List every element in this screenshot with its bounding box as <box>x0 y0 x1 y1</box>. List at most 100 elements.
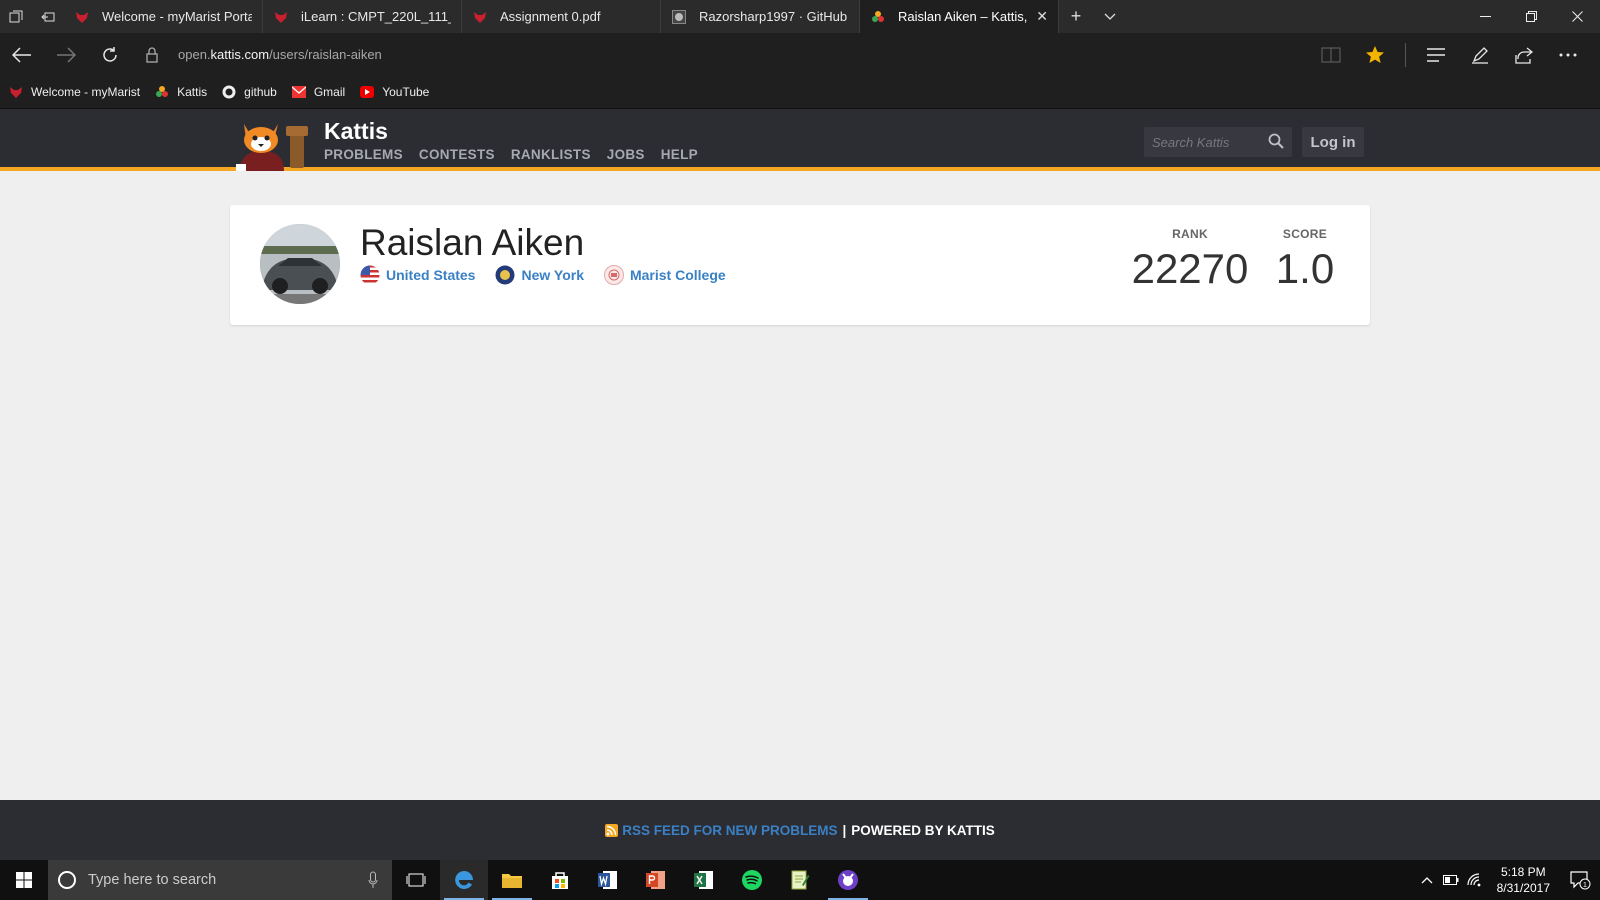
forward-arrow-icon[interactable] <box>44 33 88 76</box>
microphone-icon[interactable] <box>368 871 378 893</box>
github-icon <box>221 84 237 100</box>
new-york-seal-icon <box>495 265 515 285</box>
file-explorer-icon[interactable] <box>488 860 536 900</box>
more-options-icon[interactable] <box>1546 33 1590 76</box>
country-link[interactable]: United States <box>360 265 475 285</box>
profile-card: Raislan Aiken United States New York Mar… <box>230 205 1370 325</box>
rank-stat: RANK 22270 <box>1130 227 1250 293</box>
windows-taskbar: Type here to search 5:18 PM 8/31/2017 1 <box>0 860 1600 900</box>
minimize-icon[interactable] <box>1462 0 1508 33</box>
score-label: SCORE <box>1282 227 1328 241</box>
score-stat: SCORE 1.0 <box>1270 227 1340 293</box>
reading-view-icon[interactable] <box>1309 33 1353 76</box>
us-flag-icon <box>360 265 380 285</box>
browser-tab[interactable]: Assignment 0.pdf <box>462 0 661 33</box>
menu-ranklists[interactable]: RANKLISTS <box>511 147 591 162</box>
notification-count: 1 <box>1583 882 1587 889</box>
favorite-label: github <box>244 85 277 99</box>
favorite-star-icon[interactable] <box>1353 33 1397 76</box>
region-label[interactable]: New York <box>521 267 584 283</box>
powerpoint-icon[interactable] <box>632 860 680 900</box>
tab-sets-icon[interactable] <box>0 0 32 33</box>
restore-icon[interactable] <box>1508 0 1554 33</box>
store-icon[interactable] <box>536 860 584 900</box>
kattis-header: Kattis PROBLEMS CONTESTS RANKLISTS JOBS … <box>0 109 1600 171</box>
favorite-item[interactable]: Gmail <box>291 84 345 100</box>
youtube-icon <box>359 84 375 100</box>
menu-jobs[interactable]: JOBS <box>607 147 645 162</box>
github-desktop-icon[interactable] <box>824 860 872 900</box>
menu-contests[interactable]: CONTESTS <box>419 147 495 162</box>
spotify-icon[interactable] <box>728 860 776 900</box>
profile-affiliations: United States New York Marist College <box>360 265 746 285</box>
tab-label: Assignment 0.pdf <box>500 9 601 24</box>
tab-label: iLearn : CMPT_220L_111_17F <box>301 9 451 24</box>
windows-start-icon[interactable] <box>0 860 48 900</box>
menu-problems[interactable]: PROBLEMS <box>324 147 403 162</box>
profile-name: Raislan Aiken <box>360 222 585 263</box>
system-clock[interactable]: 5:18 PM 8/31/2017 <box>1497 864 1550 896</box>
task-view-icon[interactable] <box>392 872 440 888</box>
close-window-icon[interactable] <box>1554 0 1600 33</box>
taskbar-search-box[interactable]: Type here to search <box>48 860 392 900</box>
browser-tab[interactable]: iLearn : CMPT_220L_111_17F <box>263 0 462 33</box>
chevron-down-icon[interactable] <box>1093 0 1127 33</box>
region-link[interactable]: New York <box>495 265 584 285</box>
back-arrow-icon[interactable] <box>0 33 44 76</box>
refresh-icon[interactable] <box>88 33 132 76</box>
browser-nav-bar: open.kattis.com/users/raislan-aiken <box>0 33 1600 76</box>
marist-fox-icon <box>472 9 488 25</box>
browser-tab[interactable]: Razorsharp1997 · GitHub <box>661 0 860 33</box>
new-tab-icon[interactable]: + <box>1059 0 1093 33</box>
github-icon <box>671 9 687 25</box>
marist-college-seal-icon <box>603 265 624 285</box>
search-icon[interactable] <box>1268 133 1284 154</box>
hub-icon[interactable] <box>1414 33 1458 76</box>
close-tab-icon[interactable]: ✕ <box>1036 8 1048 25</box>
kattis-icon <box>870 9 886 25</box>
browser-tab[interactable]: Welcome - myMarist Portal <box>64 0 263 33</box>
edge-browser-icon[interactable] <box>440 860 488 900</box>
clock-date: 8/31/2017 <box>1496 881 1550 895</box>
favorite-item[interactable]: github <box>221 84 277 100</box>
country-label[interactable]: United States <box>386 267 475 283</box>
window-controls <box>1462 0 1600 33</box>
battery-icon[interactable] <box>1439 875 1463 885</box>
lock-icon[interactable] <box>142 46 162 63</box>
chevron-up-icon[interactable] <box>1415 876 1439 884</box>
marist-fox-icon <box>8 84 24 100</box>
set-tabs-aside-icon[interactable] <box>32 0 64 33</box>
menu-help[interactable]: HELP <box>661 147 698 162</box>
tab-label: Razorsharp1997 · GitHub <box>699 9 848 24</box>
favorites-bar: Welcome - myMarist Kattis github Gmail Y… <box>0 76 1600 109</box>
kattis-cat-logo[interactable] <box>232 116 312 171</box>
favorite-item[interactable]: Kattis <box>154 84 207 100</box>
powered-by-text: POWERED BY KATTIS <box>851 822 995 838</box>
tab-label: Raislan Aiken – Kattis, K <box>898 9 1031 24</box>
footer-divider: | <box>842 822 847 838</box>
site-title[interactable]: Kattis <box>324 118 388 145</box>
browser-tab-active[interactable]: Raislan Aiken – Kattis, K ✕ <box>860 0 1059 33</box>
url-path: /users/raislan-aiken <box>269 47 382 62</box>
share-icon[interactable] <box>1502 33 1546 76</box>
address-bar[interactable]: open.kattis.com/users/raislan-aiken <box>178 47 382 62</box>
system-tray: 5:18 PM 8/31/2017 1 <box>1415 860 1600 900</box>
excel-icon[interactable] <box>680 860 728 900</box>
marist-fox-icon <box>273 9 289 25</box>
favorite-item[interactable]: Welcome - myMarist <box>8 84 140 100</box>
web-note-pen-icon[interactable] <box>1458 33 1502 76</box>
rss-feed-link[interactable]: RSS FEED FOR NEW PROBLEMS <box>622 823 837 838</box>
school-label[interactable]: Marist College <box>630 267 726 283</box>
action-center-icon[interactable]: 1 <box>1560 870 1600 890</box>
login-button[interactable]: Log in <box>1302 127 1364 157</box>
wifi-icon[interactable] <box>1463 873 1487 887</box>
favorite-label: Gmail <box>313 85 346 99</box>
word-icon[interactable] <box>584 860 632 900</box>
favorite-label: YouTube <box>382 85 430 99</box>
avatar <box>260 224 340 304</box>
notepad-icon[interactable] <box>776 860 824 900</box>
favorite-item[interactable]: YouTube <box>359 84 429 100</box>
search-input[interactable] <box>1152 134 1262 150</box>
clock-time: 5:18 PM <box>1500 865 1546 879</box>
school-link[interactable]: Marist College <box>603 265 726 285</box>
